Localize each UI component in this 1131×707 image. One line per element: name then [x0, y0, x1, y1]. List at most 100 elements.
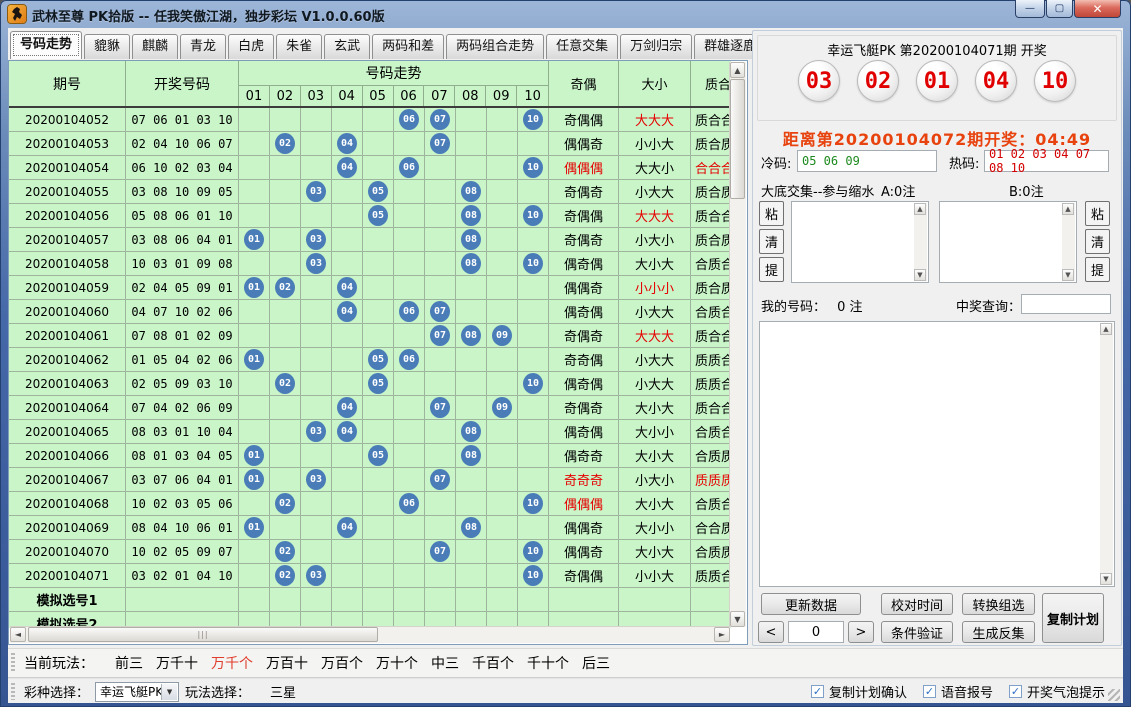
trend-cell: 05 — [363, 444, 394, 467]
prime-composite-cell: 质质合 — [691, 372, 731, 395]
play-mode-item[interactable]: 前三 — [115, 653, 143, 673]
win-query-input[interactable] — [1021, 294, 1111, 314]
play-mode-item[interactable]: 万百个 — [321, 653, 363, 673]
tab-3[interactable]: 麒麟 — [132, 34, 178, 59]
scroll-up-icon[interactable]: ▲ — [1100, 323, 1112, 335]
scroll-up-icon[interactable]: ▲ — [1062, 203, 1074, 215]
trend-cell — [239, 204, 270, 227]
tab-5[interactable]: 白虎 — [228, 34, 274, 59]
play-mode-item[interactable]: 后三 — [582, 653, 610, 673]
title-bar[interactable]: 武林至尊 PK拾版 -- 任我笑傲江湖，独步彩坛 V1.0.0.60版 — ▢ … — [0, 0, 1131, 28]
trend-table-body: 2020010405207 06 01 03 10060710奇偶偶大大大质合合… — [9, 108, 731, 628]
extract-a-button[interactable]: 提 — [759, 257, 784, 282]
tab-9[interactable]: 两码组合走势 — [446, 34, 544, 59]
tab-2[interactable]: 貔貅 — [84, 34, 130, 59]
vertical-scroll-thumb[interactable] — [730, 79, 745, 199]
close-button[interactable]: ✕ — [1074, 0, 1121, 18]
next-button[interactable]: > — [848, 621, 874, 643]
checkbox-label: 语音报号 — [941, 682, 993, 701]
scroll-right-icon[interactable]: ► — [714, 627, 730, 642]
checkbox[interactable]: ✓ — [811, 685, 824, 698]
scroll-down-icon[interactable]: ▼ — [914, 269, 926, 281]
ball-column-header: 03 — [301, 86, 332, 106]
scroll-down-icon[interactable]: ▼ — [730, 611, 745, 627]
maximize-button[interactable]: ▢ — [1046, 0, 1073, 18]
my-numbers-scrollbar[interactable]: ▲ ▼ — [1100, 323, 1113, 585]
trend-cell: 08 — [456, 204, 487, 227]
checkbox[interactable]: ✓ — [923, 685, 936, 698]
table-row: 2020010405207 06 01 03 10060710奇偶偶大大大质合合 — [9, 108, 731, 132]
tab-7[interactable]: 玄武 — [324, 34, 370, 59]
clear-a-button[interactable]: 清 — [759, 229, 784, 254]
prev-button[interactable]: < — [758, 621, 784, 643]
paste-a-button[interactable]: 粘 — [759, 201, 784, 226]
my-numbers-textarea[interactable]: ▲ ▼ — [759, 321, 1115, 587]
scroll-down-icon[interactable]: ▼ — [1100, 573, 1112, 585]
draw-title: 幸运飞艇PK 第20200104071期 开奖 — [758, 40, 1116, 59]
tab-4[interactable]: 青龙 — [180, 34, 226, 59]
set-a-textarea[interactable]: ▲ ▼ — [791, 201, 929, 283]
tab-1[interactable]: 号码走势 — [10, 31, 82, 59]
hot-code-box[interactable]: 01 02 03 04 07 08 10 — [984, 150, 1109, 172]
trend-cell — [239, 396, 270, 419]
simulated-pick-row[interactable]: 模拟选号1 — [9, 588, 731, 612]
play-mode-item[interactable]: 万十个 — [376, 653, 418, 673]
trend-ball: 10 — [523, 157, 543, 178]
trend-ball: 02 — [275, 565, 295, 586]
clear-b-button[interactable]: 清 — [1085, 229, 1110, 254]
cold-code-box[interactable]: 05 06 09 — [797, 150, 937, 172]
play-mode-item[interactable]: 万千十 — [156, 653, 198, 673]
trend-ball: 08 — [461, 421, 481, 442]
set-b-scrollbar[interactable]: ▲ ▼ — [1062, 203, 1075, 281]
play-mode-item[interactable]: 千百个 — [472, 653, 514, 673]
dropdown-arrow-icon[interactable]: ▼ — [161, 684, 177, 700]
paste-b-button[interactable]: 粘 — [1085, 201, 1110, 226]
trend-cell: 10 — [518, 108, 549, 131]
play-mode-active[interactable]: 万千个 — [211, 653, 253, 673]
ball-column-header: 06 — [394, 86, 425, 106]
trend-cell: 08 — [456, 228, 487, 251]
trend-cell — [332, 348, 363, 371]
toolbar-grip[interactable] — [11, 653, 15, 673]
inverse-set-button[interactable]: 生成反集 — [962, 621, 1035, 643]
statusbar-grip[interactable] — [11, 683, 15, 700]
play-mode-item[interactable]: 万百十 — [266, 653, 308, 673]
play-mode-item[interactable]: 中三 — [431, 653, 459, 673]
minimize-button[interactable]: — — [1015, 0, 1045, 18]
play-mode-item[interactable]: 千十个 — [527, 653, 569, 673]
scroll-left-icon[interactable]: ◄ — [10, 627, 26, 642]
trend-cell: 03 — [301, 468, 332, 491]
trend-ball: 05 — [368, 181, 388, 202]
extract-b-button[interactable]: 提 — [1085, 257, 1110, 282]
big-small-cell: 大小大 — [619, 396, 691, 419]
scroll-up-icon[interactable]: ▲ — [914, 203, 926, 215]
set-a-scrollbar[interactable]: ▲ ▼ — [914, 203, 927, 281]
trend-cell — [270, 300, 301, 323]
horizontal-scrollbar[interactable]: ◄ ||| ► — [10, 626, 730, 643]
horizontal-scroll-thumb[interactable]: ||| — [28, 627, 378, 642]
trend-cell — [394, 228, 425, 251]
trend-cell — [487, 564, 518, 587]
copy-plan-button[interactable]: 复制计划 — [1042, 593, 1104, 643]
checkbox[interactable]: ✓ — [1009, 685, 1022, 698]
vertical-scrollbar[interactable]: ▲ ▼ — [729, 62, 746, 627]
lottery-select-combobox[interactable]: 幸运飞艇PK ▼ — [95, 682, 179, 702]
tab-11[interactable]: 万剑归宗 — [620, 34, 692, 59]
prime-composite-cell: 合质合 — [691, 420, 731, 443]
resize-grip[interactable] — [1108, 689, 1120, 701]
update-data-button[interactable]: 更新数据 — [761, 593, 861, 615]
check-time-button[interactable]: 校对时间 — [881, 593, 953, 615]
scroll-down-icon[interactable]: ▼ — [1062, 269, 1074, 281]
page-spinner[interactable]: 0 — [788, 621, 844, 643]
set-b-textarea[interactable]: ▲ ▼ — [939, 201, 1077, 283]
trend-cell — [518, 180, 549, 203]
tab-8[interactable]: 两码和差 — [372, 34, 444, 59]
trend-ball: 02 — [275, 541, 295, 562]
scroll-up-icon[interactable]: ▲ — [730, 62, 745, 78]
condition-verify-button[interactable]: 条件验证 — [881, 621, 953, 643]
tab-10[interactable]: 任意交集 — [546, 34, 618, 59]
col-header-prime-composite: 质合 — [691, 61, 731, 106]
tab-6[interactable]: 朱雀 — [276, 34, 322, 59]
convert-group-button[interactable]: 转换组选 — [962, 593, 1035, 615]
prime-composite-cell: 合质合 — [691, 300, 731, 323]
